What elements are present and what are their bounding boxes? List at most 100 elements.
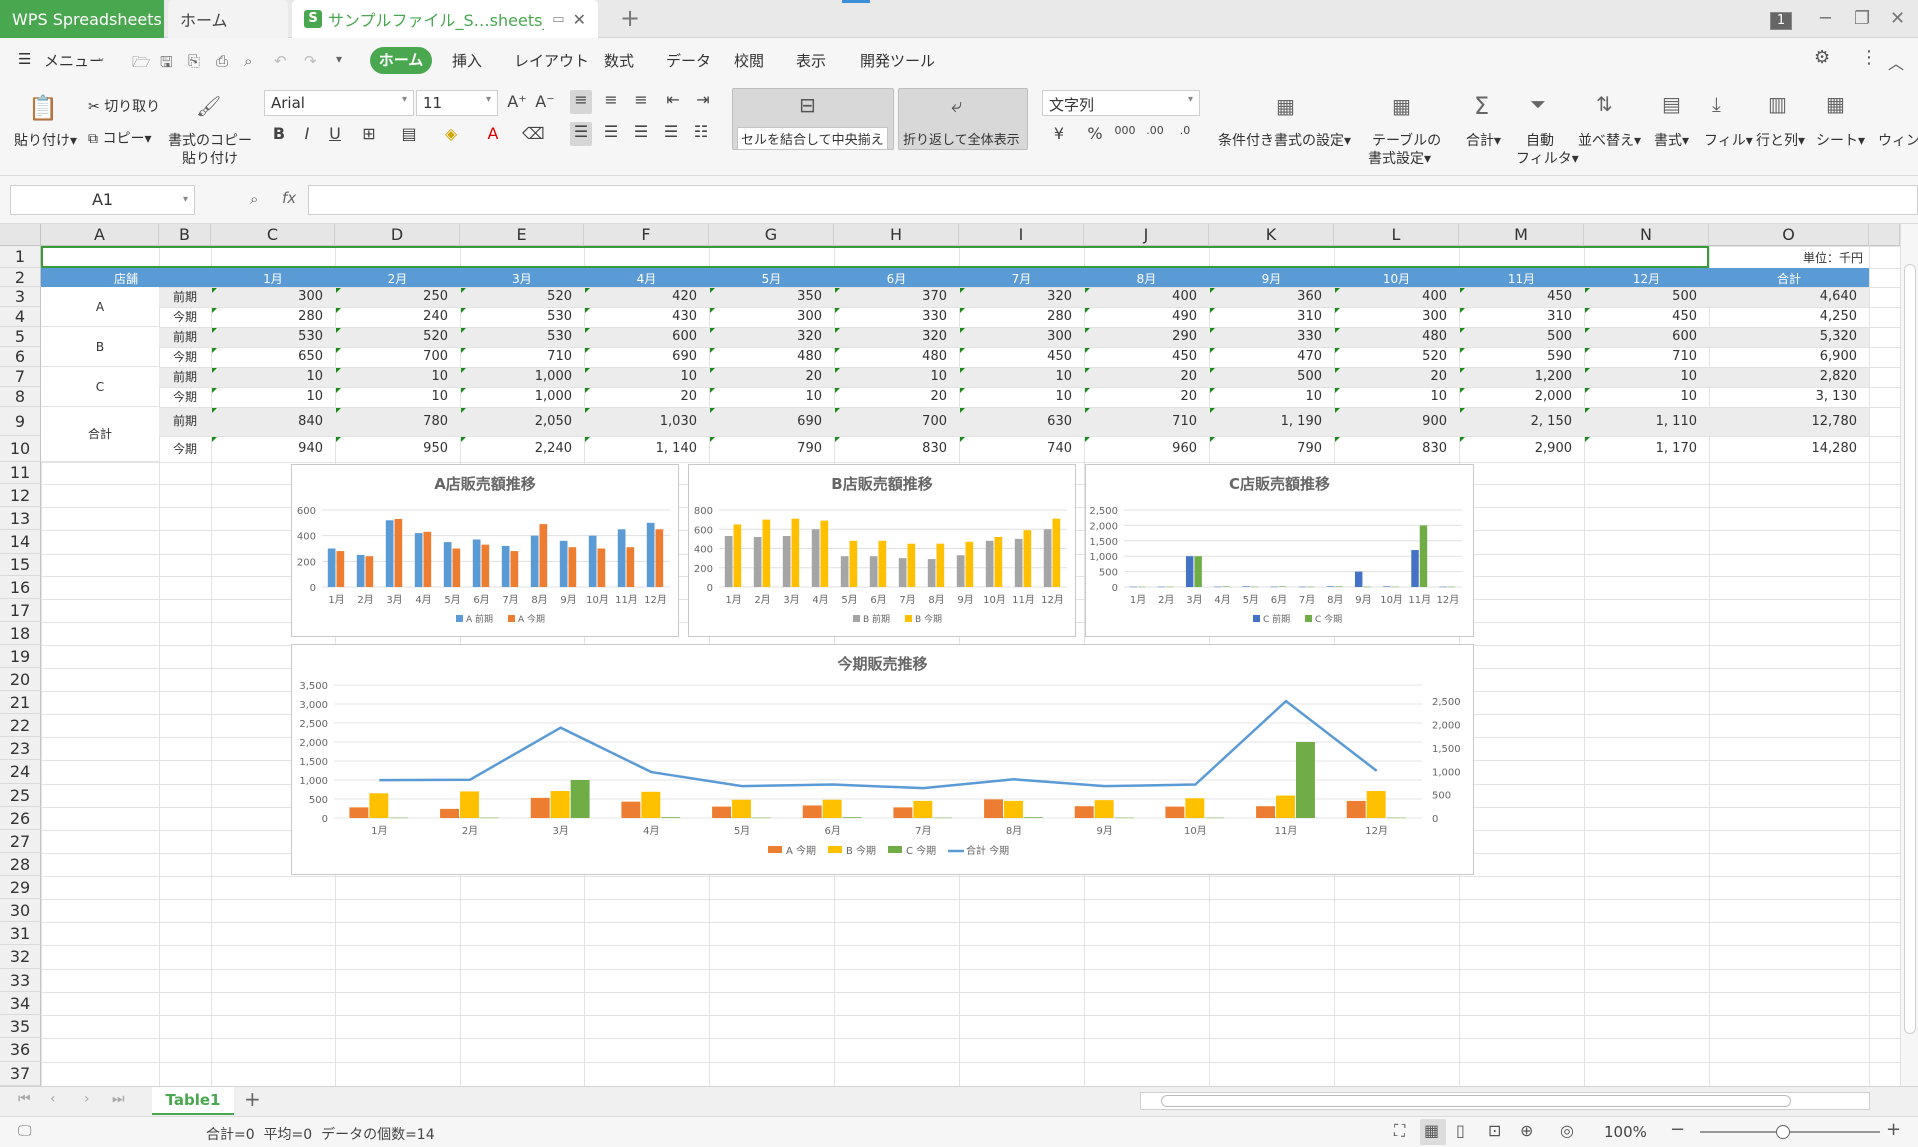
normal-view-icon[interactable]: ▦ bbox=[1424, 1121, 1439, 1140]
cut-button[interactable]: ✂ 切り取り bbox=[88, 96, 160, 116]
data-cell[interactable]: 700 bbox=[335, 347, 460, 367]
first-sheet-icon[interactable]: ⏮ bbox=[18, 1091, 31, 1107]
undo-icon[interactable]: ↶ bbox=[274, 52, 287, 70]
font-size-select[interactable]: 11 ▾ bbox=[416, 90, 498, 116]
data-cell[interactable]: 480 bbox=[834, 347, 959, 367]
row-header-32[interactable]: 32 bbox=[0, 945, 41, 969]
fullscreen-icon[interactable]: ⛶ bbox=[1394, 1121, 1405, 1141]
close-window-icon[interactable]: ✕ bbox=[1890, 8, 1905, 29]
data-cell[interactable]: 320 bbox=[834, 327, 959, 347]
decrease-font-icon[interactable]: A⁻ bbox=[534, 92, 556, 111]
row-header-29[interactable]: 29 bbox=[0, 876, 41, 899]
font-name-select[interactable]: Arial ▾ bbox=[264, 90, 414, 116]
data-cell[interactable]: 310 bbox=[1459, 307, 1584, 327]
zoom-out-icon[interactable]: − bbox=[1670, 1119, 1685, 1140]
data-cell[interactable]: 420 bbox=[584, 287, 709, 307]
column-header-j[interactable]: J bbox=[1084, 224, 1209, 246]
data-cell[interactable]: 300 bbox=[211, 287, 335, 307]
fill-color-icon[interactable]: ◈ bbox=[440, 124, 462, 143]
column-header-k[interactable]: K bbox=[1209, 224, 1334, 246]
underline-icon[interactable]: U bbox=[324, 124, 346, 143]
prev-sheet-icon[interactable]: ‹ bbox=[50, 1091, 56, 1107]
data-cell[interactable]: 5,320 bbox=[1709, 327, 1869, 347]
data-cell[interactable]: 450 bbox=[1459, 287, 1584, 307]
number-format-select[interactable]: 文字列 ▾ bbox=[1042, 90, 1200, 116]
data-cell[interactable]: 2, 150 bbox=[1459, 407, 1584, 436]
data-cell[interactable]: 1,000 bbox=[460, 367, 584, 387]
data-cell[interactable]: 300 bbox=[959, 327, 1084, 347]
data-cell[interactable]: 1, 140 bbox=[584, 436, 709, 462]
paste-button[interactable]: 貼り付け▾ bbox=[14, 130, 77, 150]
tab-data[interactable]: データ bbox=[666, 50, 711, 71]
name-box[interactable]: A1 ▾ bbox=[10, 185, 195, 215]
data-cell[interactable]: 10 bbox=[959, 387, 1084, 407]
print-icon[interactable]: ⎙ bbox=[216, 52, 228, 70]
merge-center-button[interactable]: ⊟ セルを結合して中央揃え bbox=[732, 88, 894, 150]
save-icon[interactable]: 🖫 bbox=[160, 52, 173, 77]
chart-current-total[interactable]: 今期販売推移 0 500 1,000 1,500 2,000 2,500 3,000 3,50… bbox=[291, 644, 1474, 875]
data-cell[interactable]: 10 bbox=[1334, 387, 1459, 407]
restore-icon[interactable]: ❐ bbox=[1854, 8, 1870, 29]
column-header-n[interactable]: N bbox=[1584, 224, 1709, 246]
row-header-8[interactable]: 8 bbox=[0, 387, 41, 407]
data-cell[interactable]: 710 bbox=[1584, 347, 1709, 367]
thousands-icon[interactable]: 000 bbox=[1114, 124, 1136, 137]
format-painter-label-2[interactable]: 貼り付け bbox=[182, 148, 238, 168]
sort-button[interactable]: 並べ替え▾ bbox=[1578, 130, 1641, 150]
data-cell[interactable]: 20 bbox=[584, 387, 709, 407]
row-header-4[interactable]: 4 bbox=[0, 307, 41, 327]
data-cell[interactable]: 2,000 bbox=[1459, 387, 1584, 407]
indent-increase-icon[interactable]: ⇥ bbox=[692, 90, 714, 109]
data-cell[interactable]: 450 bbox=[1584, 307, 1709, 327]
data-cell[interactable]: 250 bbox=[335, 287, 460, 307]
data-cell[interactable]: 940 bbox=[211, 436, 335, 462]
data-cell[interactable]: 370 bbox=[834, 287, 959, 307]
data-cell[interactable]: 400 bbox=[1084, 287, 1209, 307]
data-cell[interactable]: 2,820 bbox=[1709, 367, 1869, 387]
cell-style-icon[interactable]: ▤ bbox=[398, 124, 420, 143]
row-header-24[interactable]: 24 bbox=[0, 760, 41, 784]
border-icon[interactable]: ⊞ bbox=[358, 124, 380, 143]
row-header-35[interactable]: 35 bbox=[0, 1015, 41, 1038]
data-cell[interactable]: 12,780 bbox=[1709, 407, 1869, 436]
row-header-19[interactable]: 19 bbox=[0, 645, 41, 668]
hamburger-icon[interactable]: ☰ bbox=[18, 50, 31, 68]
increase-font-icon[interactable]: A⁺ bbox=[506, 92, 528, 111]
row-header-5[interactable]: 5 bbox=[0, 327, 41, 347]
settings-gear-icon[interactable]: ⚙ bbox=[1814, 47, 1830, 68]
chart-a-store[interactable]: A店販売額推移 0 200 400 600 1月 2月 3月 4月 5月 6月 7月 8月 9月 10月 1… bbox=[291, 464, 679, 637]
data-cell[interactable]: 4,250 bbox=[1709, 307, 1869, 327]
tab-developer[interactable]: 開発ツール bbox=[860, 50, 935, 71]
zoom-slider-handle[interactable] bbox=[1776, 1125, 1790, 1139]
data-cell[interactable]: 830 bbox=[1334, 436, 1459, 462]
data-cell[interactable]: 700 bbox=[834, 407, 959, 436]
data-cell[interactable]: 450 bbox=[959, 347, 1084, 367]
chevron-down-icon[interactable]: ⌄ bbox=[96, 50, 106, 64]
row-header-2[interactable]: 2 bbox=[0, 268, 41, 287]
screen-icon[interactable]: 🖵 bbox=[18, 1123, 32, 1139]
data-cell[interactable]: 790 bbox=[709, 436, 834, 462]
data-cell[interactable]: 360 bbox=[1209, 287, 1334, 307]
format-button[interactable]: 書式▾ bbox=[1654, 130, 1689, 150]
align-center-icon[interactable]: ☰ bbox=[600, 122, 622, 141]
data-cell[interactable]: 1, 110 bbox=[1584, 407, 1709, 436]
align-top-icon[interactable]: ≡ bbox=[570, 90, 592, 109]
zoom-formula-icon[interactable]: ⌕ bbox=[250, 190, 258, 208]
data-cell[interactable]: 2,900 bbox=[1459, 436, 1584, 462]
row-header-13[interactable]: 13 bbox=[0, 507, 41, 530]
data-cell[interactable]: 790 bbox=[1209, 436, 1334, 462]
currency-icon[interactable]: ¥ bbox=[1048, 124, 1070, 143]
data-cell[interactable]: 3, 130 bbox=[1709, 387, 1869, 407]
row-header-34[interactable]: 34 bbox=[0, 992, 41, 1015]
chart-b-store[interactable]: B店販売額推移 0 200 400 600 800 1月 2月 3月 4月 5月 6月 7月 8月 9月 1… bbox=[688, 464, 1076, 637]
vertical-scrollbar[interactable] bbox=[1900, 224, 1918, 1086]
row-header-28[interactable]: 28 bbox=[0, 853, 41, 876]
tab-view[interactable]: 表示 bbox=[796, 50, 826, 71]
data-cell[interactable]: 900 bbox=[1334, 407, 1459, 436]
quick-access-dropdown-icon[interactable]: ▾ bbox=[336, 52, 342, 66]
page-layout-icon[interactable]: ▯ bbox=[1456, 1121, 1465, 1140]
row-header-7[interactable]: 7 bbox=[0, 367, 41, 387]
open-folder-icon[interactable]: 🗁 bbox=[132, 52, 151, 77]
monitor-icon[interactable]: ▭ bbox=[552, 12, 564, 27]
data-cell[interactable]: 430 bbox=[584, 307, 709, 327]
